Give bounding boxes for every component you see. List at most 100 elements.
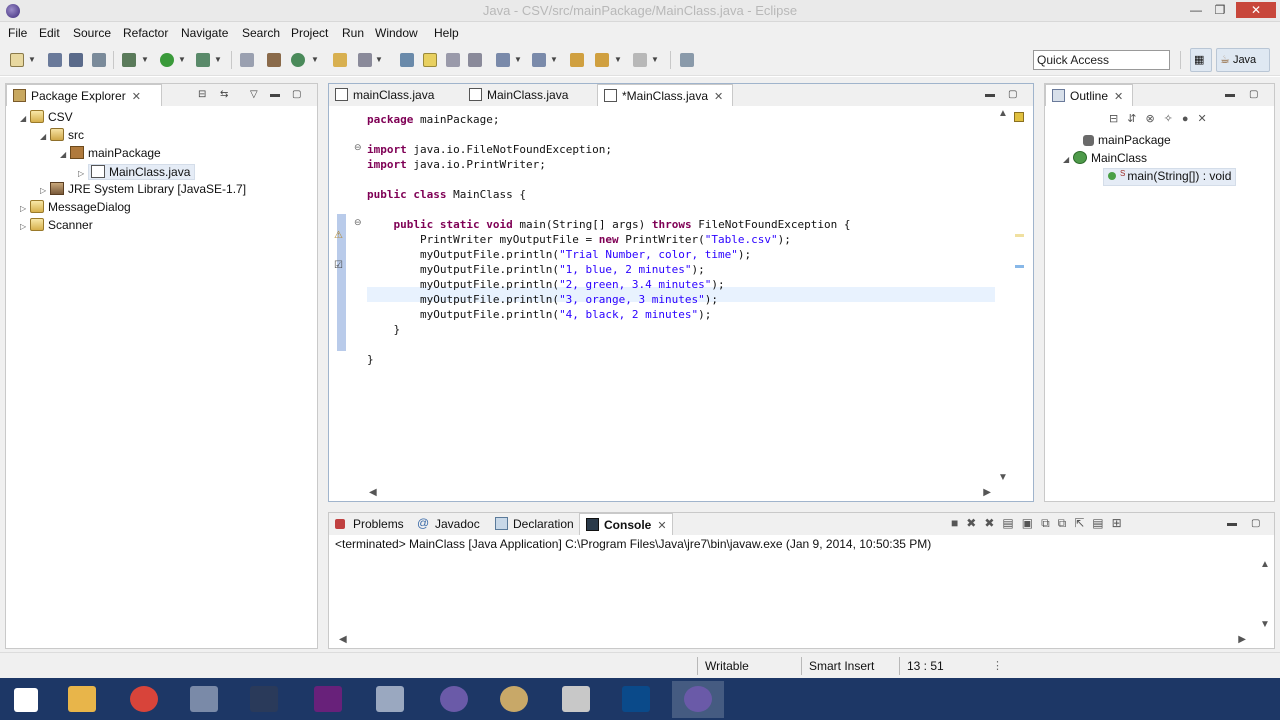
cut-tool-icon[interactable] xyxy=(240,53,254,67)
tab-declaration[interactable]: Declaration xyxy=(489,513,579,535)
prev-annotation-dropdown-icon[interactable]: ▼ xyxy=(550,55,558,64)
code-line[interactable]: } xyxy=(367,322,400,337)
code-line[interactable]: myOutputFile.println("3, orange, 3 minut… xyxy=(367,292,718,307)
code-line[interactable]: myOutputFile.println("2, green, 3.4 minu… xyxy=(367,277,725,292)
show-whitespace-icon[interactable] xyxy=(468,53,482,67)
last-edit-icon[interactable] xyxy=(570,53,584,67)
scroll-down-icon[interactable]: ▼ xyxy=(998,472,1008,483)
code-line[interactable]: myOutputFile.println("1, blue, 2 minutes… xyxy=(367,262,705,277)
outline-item-package[interactable]: mainPackage xyxy=(1083,133,1171,151)
prev-annotation-icon[interactable] xyxy=(532,53,546,67)
open-console-icon[interactable]: ⊞ xyxy=(1112,516,1130,530)
code-line[interactable]: myOutputFile.println("Trial Number, colo… xyxy=(367,247,751,262)
menu-help[interactable]: Help xyxy=(434,26,459,40)
tab-problems[interactable]: Problems xyxy=(329,513,407,535)
tree-item-csv[interactable]: ◢ CSV xyxy=(20,110,73,128)
terminate-icon[interactable]: ■ xyxy=(951,516,966,530)
expanded-arrow-icon[interactable]: ◢ xyxy=(20,114,30,123)
print-icon[interactable] xyxy=(92,53,106,67)
pin-editor-icon[interactable] xyxy=(680,53,694,67)
code-line[interactable]: import java.io.FileNotFoundException; xyxy=(367,142,612,157)
menu-navigate[interactable]: Navigate xyxy=(181,26,228,40)
minimize-view-icon[interactable]: ▬ xyxy=(1227,518,1237,529)
scroll-left-icon[interactable]: ◀ xyxy=(369,487,377,498)
collapse-all-icon[interactable]: ⊟ xyxy=(1109,113,1127,125)
tab-mainclass-lower[interactable]: mainClass.java xyxy=(329,84,461,106)
close-icon[interactable]: ✕ xyxy=(132,91,141,103)
pin-console-icon[interactable]: ⇱ xyxy=(1074,516,1092,530)
view-menu-icon[interactable]: ▽ xyxy=(250,89,258,100)
collapsed-arrow-icon[interactable]: ▷ xyxy=(78,169,88,178)
taskbar-start-button[interactable] xyxy=(0,681,52,718)
tab-mainclass[interactable]: MainClass.java xyxy=(463,84,595,106)
forward-dropdown-icon[interactable]: ▼ xyxy=(651,55,659,64)
scroll-right-icon[interactable]: ▶ xyxy=(983,487,991,498)
console-horizontal-scrollbar[interactable]: ◀ ▶ xyxy=(329,632,1256,648)
new-dropdown-icon[interactable]: ▼ xyxy=(28,55,36,64)
menu-window[interactable]: Window xyxy=(375,26,418,40)
show-on-output-icon[interactable]: ⧉ xyxy=(1041,516,1058,530)
menu-search[interactable]: Search xyxy=(242,26,280,40)
next-annotation-icon[interactable] xyxy=(496,53,510,67)
vertical-scrollbar[interactable]: ▲ ▼ xyxy=(995,106,1011,485)
collapsed-arrow-icon[interactable]: ▷ xyxy=(40,186,50,195)
outline-item-main-method[interactable]: Smain(String[]) : void xyxy=(1103,168,1237,186)
collapsed-arrow-icon[interactable]: ▷ xyxy=(20,204,30,213)
debug-icon[interactable] xyxy=(122,53,136,67)
expanded-arrow-icon[interactable]: ◢ xyxy=(1063,155,1073,164)
search-dropdown-icon[interactable]: ▼ xyxy=(375,55,383,64)
taskbar-file-explorer[interactable] xyxy=(56,681,108,718)
fold-icon[interactable]: ⊖ xyxy=(354,217,362,228)
menu-source[interactable]: Source xyxy=(73,26,111,40)
back-icon[interactable] xyxy=(595,53,609,67)
console-body[interactable]: <terminated> MainClass [Java Application… xyxy=(329,535,1274,648)
sort-icon[interactable]: ⇵ xyxy=(1127,113,1145,125)
run-icon[interactable] xyxy=(160,53,174,67)
external-tools-dropdown-icon[interactable]: ▼ xyxy=(214,55,222,64)
collapsed-arrow-icon[interactable]: ▷ xyxy=(20,222,30,231)
taskbar-paint-palette[interactable] xyxy=(488,681,540,718)
java-perspective-button[interactable]: ☕ Java xyxy=(1216,48,1270,72)
tree-item-src[interactable]: ◢ src xyxy=(40,128,84,146)
task-marker-icon[interactable]: ☑ xyxy=(334,260,343,271)
menu-file[interactable]: File xyxy=(8,26,27,40)
taskbar-eclipse-a[interactable] xyxy=(428,681,480,718)
minimize-button[interactable]: — xyxy=(1185,2,1207,18)
new-icon[interactable] xyxy=(10,53,24,67)
code-line[interactable]: public class MainClass { xyxy=(367,187,526,202)
scroll-up-icon[interactable]: ▲ xyxy=(1260,559,1270,570)
scroll-lock-icon[interactable]: ▣ xyxy=(1022,516,1041,530)
minimize-view-icon[interactable]: ▬ xyxy=(270,89,280,100)
editor-body[interactable]: ⊖ ⊖ ⚠ ☑ package mainPackage; import java.… xyxy=(329,106,1033,501)
taskbar-eclipse-b[interactable] xyxy=(672,681,724,718)
code-line[interactable]: myOutputFile.println("4, black, 2 minute… xyxy=(367,307,711,322)
ruler-marker[interactable] xyxy=(1015,234,1024,237)
open-type-icon[interactable] xyxy=(333,53,347,67)
code-line[interactable]: import java.io.PrintWriter; xyxy=(367,157,546,172)
maximize-view-icon[interactable]: ▢ xyxy=(292,89,301,100)
tree-item-messagedialog[interactable]: ▷ MessageDialog xyxy=(20,200,131,218)
collapse-all-icon[interactable]: ⊟ xyxy=(198,89,206,100)
close-icon[interactable]: ✕ xyxy=(657,520,666,532)
display-console-icon[interactable]: ▤ xyxy=(1092,516,1111,530)
hide-nonpublic-icon[interactable]: ● xyxy=(1182,113,1198,125)
debug-dropdown-icon[interactable]: ▼ xyxy=(141,55,149,64)
tree-item-scanner[interactable]: ▷ Scanner xyxy=(20,218,93,236)
code-line[interactable]: PrintWriter myOutputFile = new PrintWrit… xyxy=(367,232,791,247)
menu-refactor[interactable]: Refactor xyxy=(123,26,168,40)
save-icon[interactable] xyxy=(48,53,62,67)
open-perspective-button[interactable]: ▦ xyxy=(1190,48,1212,72)
code-line[interactable]: package mainPackage; xyxy=(367,112,499,127)
external-tools-icon[interactable] xyxy=(196,53,210,67)
minimize-view-icon[interactable]: ▬ xyxy=(985,89,995,100)
outline-item-mainclass[interactable]: ◢ MainClass xyxy=(1063,151,1147,169)
tab-package-explorer[interactable]: Package Explorer ✕ xyxy=(6,84,162,106)
hide-local-types-icon[interactable]: ✕ xyxy=(1198,113,1216,125)
hide-static-icon[interactable]: ✧ xyxy=(1164,113,1182,125)
expanded-arrow-icon[interactable]: ◢ xyxy=(60,150,70,159)
close-button[interactable]: ✕ xyxy=(1236,2,1276,18)
scroll-left-icon[interactable]: ◀ xyxy=(339,634,347,645)
code-line[interactable]: } xyxy=(367,352,374,367)
back-dropdown-icon[interactable]: ▼ xyxy=(614,55,622,64)
new-class-icon[interactable] xyxy=(291,53,305,67)
